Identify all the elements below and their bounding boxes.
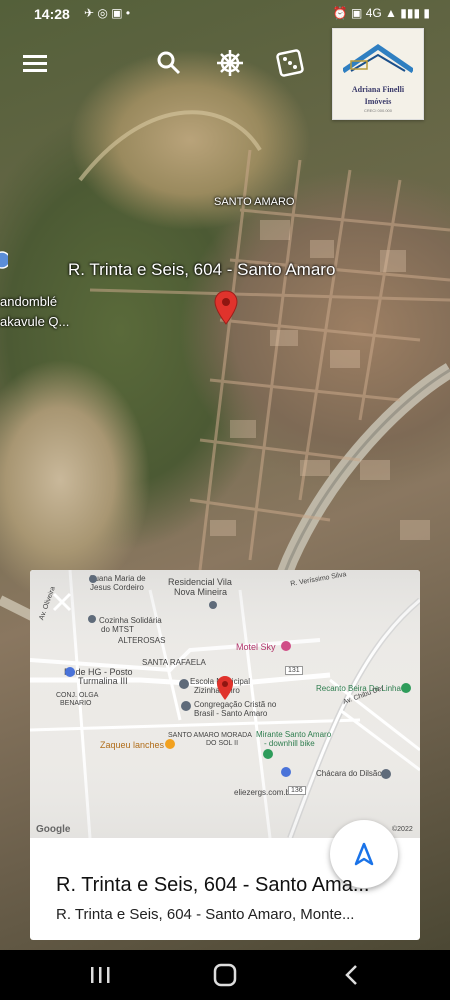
logo-sub: Imóveis bbox=[364, 97, 392, 106]
road-shield-136: 136 bbox=[288, 786, 306, 795]
motel-marker-icon[interactable] bbox=[280, 640, 292, 652]
map-label-downhill: - downhill bike bbox=[264, 739, 315, 748]
place-address: R. Trinta e Seis, 604 - Santo Amaro, Mon… bbox=[56, 906, 355, 923]
map-label-rede-2: Turmalina III bbox=[78, 676, 128, 686]
place-marker-icon[interactable] bbox=[380, 768, 392, 780]
map-label-conj-2: BENARIO bbox=[60, 700, 92, 707]
map-label-residencial-2: Nova Mineira bbox=[174, 587, 228, 597]
ship-wheel-icon bbox=[217, 50, 243, 76]
map-label-cozinha-2: do MTST bbox=[101, 625, 134, 634]
recents-button[interactable] bbox=[80, 960, 120, 990]
map-label-congregacao: Congregação Cristã no bbox=[194, 700, 277, 709]
map-label-santa-rafaela: SANTA RAFAELA bbox=[142, 658, 206, 667]
location-pin-icon[interactable] bbox=[214, 290, 238, 326]
place-card[interactable]: Luana Maria de Jesus Cordeiro Residencia… bbox=[30, 570, 420, 940]
search-button[interactable] bbox=[152, 46, 186, 80]
map-label-chacara: Chácara do Dilsão bbox=[316, 769, 382, 778]
map-label-residencial: Residencial Vila bbox=[168, 577, 232, 587]
road-shield-131: 131 bbox=[285, 666, 303, 675]
shop-marker-icon[interactable] bbox=[280, 766, 292, 778]
status-left-icons: ✈ ◎ ▣ • bbox=[84, 6, 131, 20]
map-label-santo-amaro-morada: SANTO AMARO MORADA bbox=[168, 732, 252, 739]
map-label-conj-1: CONJ. OLGA bbox=[56, 692, 99, 699]
place-marker-icon[interactable] bbox=[87, 614, 97, 626]
navigation-arrow-icon bbox=[354, 842, 374, 866]
address-label: R. Trinta e Seis, 604 - Santo Amaro bbox=[68, 260, 336, 279]
status-bar: 14:28 ✈ ◎ ▣ • ⏰ ▣ 4G ▲ ▮▮▮ ▮ bbox=[0, 0, 450, 30]
home-icon bbox=[213, 963, 237, 987]
school-marker-icon[interactable] bbox=[178, 678, 190, 690]
place-title: R. Trinta e Seis, 604 - Santo Ama... bbox=[56, 874, 370, 896]
place-marker-icon[interactable] bbox=[88, 574, 98, 584]
menu-button[interactable] bbox=[18, 46, 52, 80]
home-button[interactable] bbox=[205, 960, 245, 990]
menu-icon bbox=[23, 55, 47, 72]
fuel-marker-icon[interactable] bbox=[64, 666, 76, 678]
back-icon bbox=[345, 965, 357, 985]
map-label-zaqueu: Zaqueu lanches bbox=[100, 740, 165, 750]
status-right-icons: ⏰ ▣ 4G ▲ ▮▮▮ ▮ bbox=[332, 6, 430, 20]
map-label-luana-2: Jesus Cordeiro bbox=[90, 583, 144, 592]
house-roof-icon bbox=[343, 43, 413, 73]
map-copyright: ©2022 bbox=[392, 826, 413, 833]
watermark-logo: Adriana Finelli Imóveis CRECI 000.000 bbox=[332, 28, 424, 120]
dice-icon bbox=[276, 49, 304, 77]
voyager-button[interactable] bbox=[213, 46, 247, 80]
map-label-motel: Motel Sky bbox=[236, 642, 276, 652]
poi-left-label-2[interactable]: akavule Q... bbox=[0, 314, 69, 329]
map-label-sol: DO SOL II bbox=[206, 740, 239, 747]
back-button[interactable] bbox=[332, 960, 372, 990]
system-nav-bar bbox=[0, 950, 450, 1000]
poi-left-label-1[interactable]: andomblé bbox=[0, 294, 57, 309]
place-marker-icon[interactable] bbox=[208, 600, 218, 612]
park-marker-icon[interactable] bbox=[400, 682, 412, 694]
recents-icon bbox=[91, 967, 110, 983]
mini-map[interactable]: Luana Maria de Jesus Cordeiro Residencia… bbox=[30, 570, 420, 838]
food-marker-icon[interactable] bbox=[164, 738, 176, 750]
map-label-congregacao-2: Brasil - Santo Amaro bbox=[194, 709, 268, 718]
search-icon bbox=[157, 51, 181, 75]
logo-name: Adriana Finelli bbox=[351, 85, 405, 94]
random-place-button[interactable] bbox=[273, 46, 307, 80]
status-time: 14:28 bbox=[34, 6, 70, 22]
church-marker-icon[interactable] bbox=[180, 700, 192, 712]
poi-pin-icon[interactable] bbox=[0, 250, 8, 272]
location-pin-icon[interactable] bbox=[216, 675, 234, 701]
map-label-eliezer: eliezergs.com.br bbox=[234, 788, 293, 797]
map-label-luana: Luana Maria de bbox=[90, 574, 146, 583]
map-label-mirante: Mirante Santo Amaro bbox=[256, 730, 332, 739]
logo-tiny: CRECI 000.000 bbox=[363, 108, 392, 113]
google-logo: Google bbox=[36, 824, 71, 835]
map-label-recanto: Recanto Beira Da Linha bbox=[316, 684, 401, 693]
park-marker-icon[interactable] bbox=[262, 748, 274, 760]
map-label-alterosas: ALTEROSAS bbox=[118, 636, 166, 645]
neighborhood-label: SANTO AMARO bbox=[214, 196, 295, 208]
map-label-cozinha: Cozinha Solidária bbox=[99, 616, 162, 625]
